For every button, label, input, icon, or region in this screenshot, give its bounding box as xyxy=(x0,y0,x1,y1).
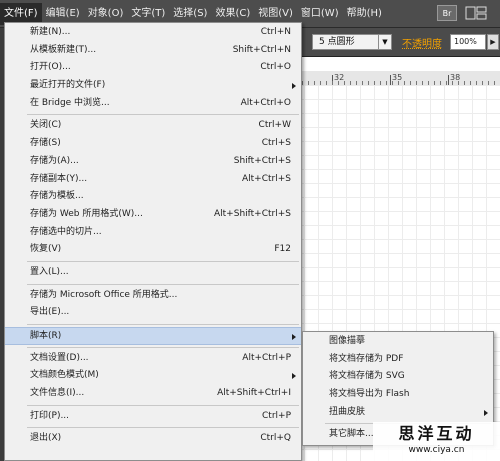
workspace-grid-icon[interactable] xyxy=(465,5,487,21)
bridge-button[interactable]: Br xyxy=(437,5,457,21)
file-menu-item[interactable]: 存储为模板... xyxy=(5,188,301,206)
menubar-item-7[interactable]: 窗口(W) xyxy=(297,3,343,25)
file-menu-item-shortcut: Ctrl+Q xyxy=(260,433,291,444)
file-menu-item[interactable]: 恢复(V) F12 xyxy=(5,241,301,259)
menu-separator xyxy=(27,324,299,325)
scripts-submenu-item-label: 将文档存储为 SVG xyxy=(329,371,405,382)
scripts-submenu-item[interactable]: 将文档存储为 PDF xyxy=(303,351,493,369)
chevron-down-icon[interactable]: ▼ xyxy=(378,35,391,49)
file-menu-item-shortcut: Ctrl+O xyxy=(260,62,291,73)
file-menu-item-label: 恢复(V) xyxy=(30,244,62,255)
scripts-submenu-item-label: 扭曲皮肤 xyxy=(329,406,366,417)
file-menu-item[interactable]: 存储为 Microsoft Office 所用格式... xyxy=(5,287,301,305)
scripts-submenu-item-label: 图像描摹 xyxy=(329,336,366,346)
file-menu: 新建(N)... Ctrl+N 从模板新建(T)... Shift+Ctrl+N 打开(… xyxy=(4,22,302,461)
file-menu-item-label: 存储副本(Y)... xyxy=(30,173,88,184)
file-menu-item-label: 存储选中的切片... xyxy=(30,226,102,237)
ruler-tick xyxy=(448,75,449,85)
file-menu-item-shortcut: Alt+Ctrl+O xyxy=(240,97,291,108)
menu-separator xyxy=(27,114,299,116)
scripts-submenu-item[interactable]: 将文档导出为 Flash xyxy=(303,386,493,404)
file-menu-item-shortcut: Ctrl+S xyxy=(261,138,291,149)
file-menu-item[interactable]: 文件信息(I)... Alt+Shift+Ctrl+I xyxy=(5,385,301,403)
file-menu-item[interactable]: 存储为 Web 所用格式(W)... Alt+Shift+Ctrl+S xyxy=(5,206,301,224)
file-menu-item[interactable]: 从模板新建(T)... Shift+Ctrl+N xyxy=(5,42,301,60)
file-menu-item[interactable]: 打印(P)... Ctrl+P xyxy=(5,408,301,426)
file-menu-item-label: 存储为 Web 所用格式(W)... xyxy=(30,208,143,219)
file-menu-item[interactable]: 导出(E)... xyxy=(5,304,301,322)
file-menu-item[interactable]: 关闭(C) Ctrl+W xyxy=(5,117,301,135)
file-menu-item-label: 存储为(A)... xyxy=(30,155,79,166)
file-menu-item-label: 打印(P)... xyxy=(30,410,70,421)
file-menu-item-shortcut: Ctrl+W xyxy=(258,120,291,131)
ruler-tick xyxy=(390,75,391,85)
file-menu-item-label: 脚本(R) xyxy=(30,331,62,341)
brush-definition-select[interactable]: 5 点圆形 ▼ xyxy=(312,34,392,50)
scripts-submenu-item[interactable]: 将文档存储为 SVG xyxy=(303,368,493,386)
submenu-arrow-icon xyxy=(484,409,488,416)
file-menu-item-shortcut: Alt+Ctrl+S xyxy=(242,173,291,184)
ruler-tick-label: 32 xyxy=(334,73,345,82)
file-menu-item-label: 关闭(C) xyxy=(30,120,62,131)
file-menu-item[interactable]: 置入(L)... xyxy=(5,264,301,282)
file-menu-item[interactable]: 退出(X) Ctrl+Q xyxy=(5,430,301,448)
file-menu-item-label: 新建(N)... xyxy=(30,27,71,37)
opacity-label[interactable]: 不透明度 xyxy=(402,35,442,50)
file-menu-item-shortcut: Ctrl+N xyxy=(260,27,291,37)
horizontal-ruler[interactable]: 32 35 38 xyxy=(290,71,500,86)
opacity-input[interactable]: 100% xyxy=(450,34,486,50)
file-menu-item-label: 文件信息(I)... xyxy=(30,388,85,399)
file-menu-item-label: 置入(L)... xyxy=(30,266,69,277)
watermark-url: www.ciya.cn xyxy=(408,445,465,455)
file-menu-item-shortcut: Ctrl+P xyxy=(262,410,291,421)
file-menu-item-shortcut: Alt+Shift+Ctrl+S xyxy=(214,208,291,219)
menu-separator xyxy=(27,283,299,285)
submenu-arrow-icon xyxy=(292,83,296,90)
file-menu-item[interactable]: 存储为(A)... Shift+Ctrl+S xyxy=(5,153,301,171)
file-menu-item[interactable]: 打开(O)... Ctrl+O xyxy=(5,59,301,77)
file-menu-item-label: 退出(X) xyxy=(30,433,62,444)
file-menu-item-shortcut: Alt+Ctrl+P xyxy=(242,352,291,363)
file-menu-item-shortcut: F12 xyxy=(274,244,291,255)
file-menu-item-shortcut: Shift+Ctrl+N xyxy=(232,44,291,55)
file-menu-item-label: 存储(S) xyxy=(30,138,61,149)
menu-separator xyxy=(27,427,299,429)
file-menu-item-label: 文档颜色模式(M) xyxy=(30,370,99,381)
file-menu-item[interactable]: 最近打开的文件(F) xyxy=(5,77,301,95)
menu-separator xyxy=(27,346,299,348)
file-menu-item-label: 最近打开的文件(F) xyxy=(30,80,106,91)
scripts-submenu-item[interactable]: 扭曲皮肤 xyxy=(303,404,493,422)
menubar-item-8[interactable]: 帮助(H) xyxy=(343,3,386,25)
file-menu-item-label: 打开(O)... xyxy=(30,62,71,73)
file-menu-item-label: 导出(E)... xyxy=(30,307,70,318)
scripts-submenu-item-label: 其它脚本... xyxy=(329,429,374,440)
menu-separator xyxy=(27,260,299,262)
file-menu-item[interactable]: 脚本(R) xyxy=(5,327,301,345)
file-menu-item[interactable]: 存储副本(Y)... Alt+Ctrl+S xyxy=(5,171,301,189)
file-menu-item[interactable]: 存储选中的切片... xyxy=(5,224,301,242)
file-menu-item[interactable]: 在 Bridge 中浏览... Alt+Ctrl+O xyxy=(5,95,301,113)
control-bar: 5 点圆形 ▼ 不透明度 100% ▶ xyxy=(290,28,500,57)
file-menu-item-label: 从模板新建(T)... xyxy=(30,44,97,55)
menu-separator xyxy=(27,404,299,406)
file-menu-item-label: 在 Bridge 中浏览... xyxy=(30,97,110,108)
scripts-submenu-item[interactable]: 图像描摹 xyxy=(303,333,493,351)
file-menu-item[interactable]: 文档设置(D)... Alt+Ctrl+P xyxy=(5,350,301,368)
file-menu-item[interactable]: 文档颜色模式(M) xyxy=(5,367,301,385)
file-menu-item-label: 存储为 Microsoft Office 所用格式... xyxy=(30,289,178,300)
file-menu-item-label: 存储为模板... xyxy=(30,191,84,202)
chevron-right-icon[interactable]: ▶ xyxy=(487,34,499,50)
file-menu-item-shortcut: Alt+Shift+Ctrl+I xyxy=(217,388,291,399)
file-menu-item-label: 文档设置(D)... xyxy=(30,352,89,363)
watermark-title: 思洋互动 xyxy=(398,424,475,443)
brush-definition-value: 5 点圆形 xyxy=(319,37,355,47)
submenu-arrow-icon xyxy=(292,373,296,380)
scripts-submenu-item-label: 将文档导出为 Flash xyxy=(329,389,410,400)
file-menu-item[interactable]: 新建(N)... Ctrl+N xyxy=(5,24,301,42)
scripts-submenu-item-label: 将文档存储为 PDF xyxy=(329,353,404,364)
watermark: 思洋互动 www.ciya.cn xyxy=(373,422,500,461)
submenu-arrow-icon xyxy=(292,334,296,340)
file-menu-item[interactable]: 存储(S) Ctrl+S xyxy=(5,135,301,153)
file-menu-item-shortcut: Shift+Ctrl+S xyxy=(233,155,291,166)
